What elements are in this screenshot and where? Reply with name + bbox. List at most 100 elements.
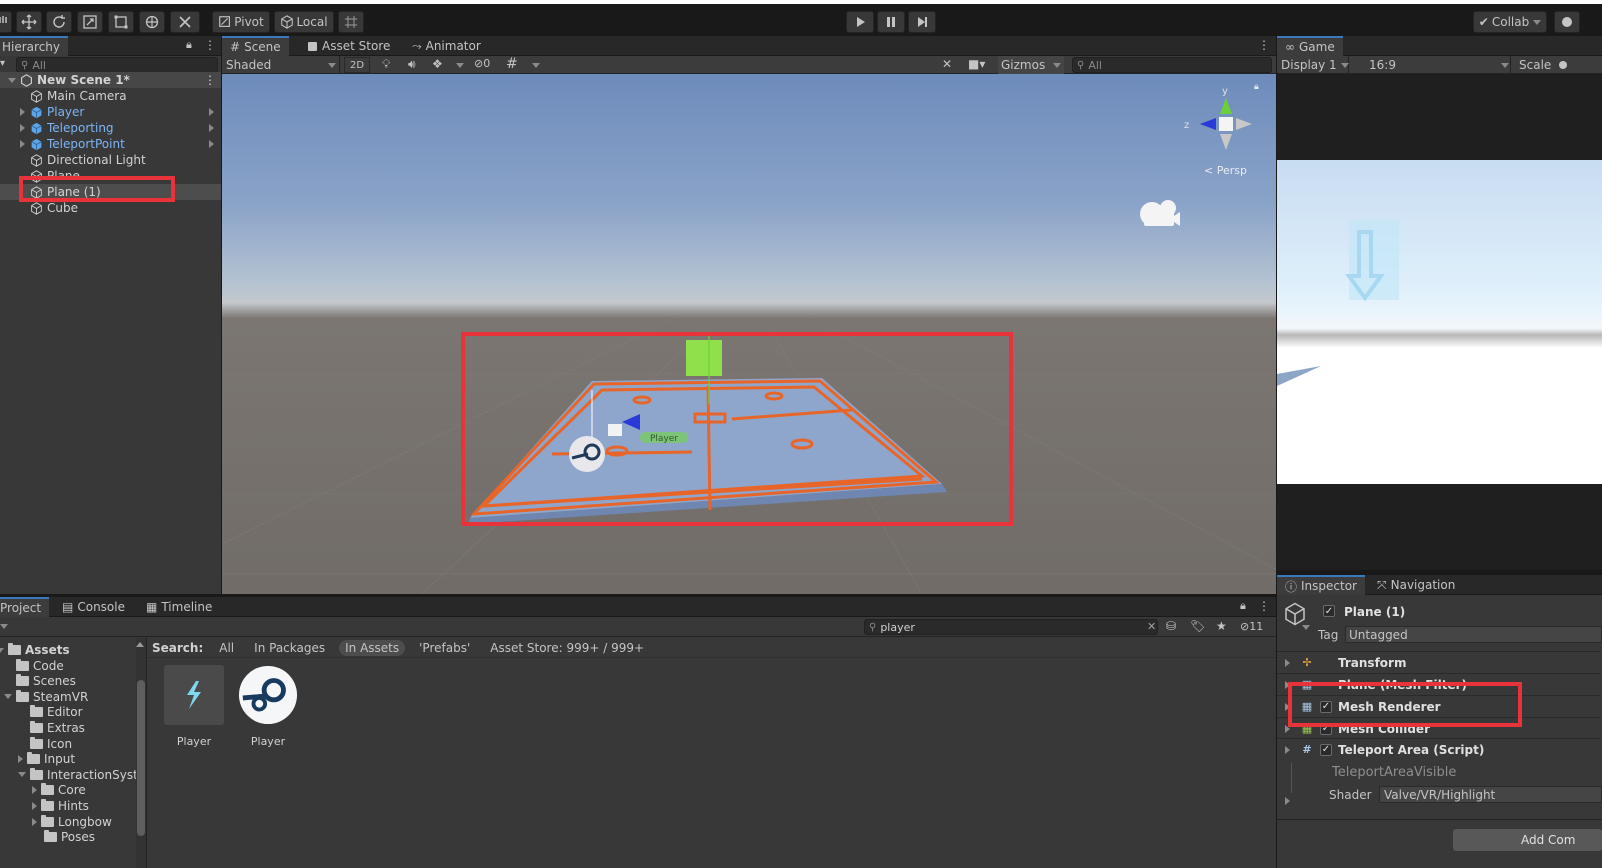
lightbulb-icon[interactable]: 💡︎ [382,57,390,72]
more-menu-icon[interactable]: ⋮ [1258,38,1270,52]
chevron-down-icon[interactable] [4,694,12,700]
more-menu-icon[interactable]: ⋮ [1258,599,1270,613]
tag-dropdown[interactable]: Untagged [1345,626,1602,643]
asset-tile[interactable]: Player [162,665,226,748]
expand-arrow-icon[interactable] [1285,702,1290,711]
hierarchy-search-input[interactable]: ⚲ All [16,57,218,73]
folder-tree-item[interactable]: SteamVR [4,689,88,705]
component-header[interactable]: ▦ Plane (Mesh Filter) [1277,673,1601,695]
hierarchy-item[interactable]: Main Camera [0,88,221,104]
play-button[interactable] [846,11,874,33]
tab-project[interactable]: Project [0,597,50,617]
chevron-down-icon[interactable] [0,647,4,653]
component-header[interactable]: # ✓ Teleport Area (Script) [1277,738,1601,760]
hierarchy-item[interactable]: Directional Light [0,152,221,168]
hand-tool-button[interactable] [0,11,12,33]
expand-arrow-icon[interactable] [1285,658,1290,667]
tab-game[interactable]: ∞ Game [1277,36,1343,56]
tab-navigation[interactable]: ⤧ Navigation [1369,575,1463,595]
chevron-right-icon[interactable] [209,108,214,116]
object-name-field[interactable]: Plane (1) [1344,605,1405,619]
scene-viewport[interactable]: Player y z < Persp 🔒︎ [222,74,1276,594]
chevron-right-icon[interactable] [18,755,23,764]
persp-label[interactable]: < Persp [1204,164,1247,177]
scrollbar-thumb[interactable] [137,680,145,836]
folder-tree-item[interactable]: Longbow [32,814,112,830]
search-filter-option[interactable]: In Assets [339,639,406,656]
hierarchy-item[interactable]: TeleportPoint [0,136,221,152]
hierarchy-item[interactable]: Teleporting [0,120,221,136]
grid-snap-button[interactable] [338,11,364,33]
asset-tile[interactable]: Player [236,665,300,748]
aspect-dropdown[interactable]: 16:9 [1353,56,1511,74]
folder-tree-item[interactable]: Poses [32,829,95,845]
scale-slider-handle[interactable] [1559,61,1567,69]
gameobject-cube-icon[interactable] [1283,602,1307,626]
tab-console[interactable]: ▤ Console [54,597,133,617]
scale-tool-button[interactable] [77,11,103,33]
tree-scrollbar[interactable] [136,638,146,868]
search-filter-option[interactable]: All [213,640,240,656]
effects-dropdown-icon[interactable] [456,63,464,68]
collab-dropdown[interactable]: ✔ Collab [1473,11,1547,33]
component-header[interactable]: ▦ ✓ Mesh Collider [1277,717,1601,739]
folder-tree-item[interactable]: Assets [0,642,70,658]
create-dropdown-icon[interactable]: ▾ [0,58,5,69]
icon-dropdown-icon[interactable] [1302,625,1310,630]
folder-tree-item[interactable]: Code [4,658,64,674]
folder-tree-item[interactable]: Icon [18,736,72,752]
display-dropdown[interactable]: Display 1 [1277,56,1349,74]
transform-tool-button[interactable] [139,11,165,33]
account-button[interactable] [1554,11,1580,33]
scene-header-row[interactable]: New Scene 1* ⋮ [0,72,221,88]
search-by-type-icon[interactable]: ⛁ [1166,619,1176,633]
orientation-gizmo[interactable]: y z [1184,86,1252,150]
more-menu-icon[interactable]: ⋮ [204,38,216,52]
grid-toggle-icon[interactable]: # [506,56,518,72]
hidden-packages-icon[interactable]: ⊘11 [1240,620,1263,633]
gizmo-lock-icon[interactable]: 🔒︎ [1254,82,1259,92]
rect-tool-button[interactable] [108,11,134,33]
tab-inspector[interactable]: ⓘ Inspector [1277,575,1365,595]
tab-animator[interactable]: ⤳ Animator [404,36,489,56]
folder-tree-item[interactable]: Extras [18,720,85,736]
expand-arrow-icon[interactable] [1285,680,1290,689]
chevron-down-icon[interactable] [18,772,26,778]
search-filter-option[interactable]: 'Prefabs' [413,640,476,656]
tools-overlay-icon[interactable]: ✕ [942,57,952,71]
effects-icon[interactable]: ❖ [432,57,443,71]
custom-tool-button[interactable] [170,11,200,33]
expand-arrow-icon[interactable] [1285,745,1290,754]
chevron-right-icon[interactable] [209,140,214,148]
2d-toggle-button[interactable]: 2D [344,57,370,73]
folder-tree-item[interactable]: Editor [18,704,83,720]
expand-arrow-icon[interactable] [1285,724,1290,733]
scene-camera-icon[interactable] [1140,200,1180,226]
rotate-tool-button[interactable] [46,11,72,33]
tab-asset-store[interactable]: Asset Store [300,36,398,56]
component-header[interactable]: ✢ Transform [1277,651,1601,673]
hierarchy-item[interactable]: Player [0,104,221,120]
search-by-label-icon[interactable]: 🏷︎ [1190,619,1205,633]
grid-dropdown-icon[interactable] [532,63,540,68]
shading-mode-dropdown[interactable]: Shaded [222,56,340,74]
hierarchy-item[interactable]: Plane (1) [0,184,221,200]
folder-tree-item[interactable]: Core [32,782,86,798]
favorites-star-icon[interactable]: ★ [1216,619,1227,633]
tab-hierarchy[interactable]: Hierarchy [0,36,69,56]
project-search-input[interactable]: ⚲ player ✕ [864,619,1158,635]
hierarchy-item[interactable]: Plane [0,168,221,184]
pivot-toggle-button[interactable]: Pivot [212,11,270,33]
shader-dropdown[interactable]: Valve/VR/Highlight [1379,786,1602,803]
scene-search-input[interactable]: ⚲ All [1072,57,1272,73]
move-tool-button[interactable] [16,11,42,33]
pause-button[interactable] [877,11,905,33]
folder-tree-item[interactable]: Scenes [4,673,76,689]
hierarchy-item[interactable]: Cube [0,200,221,216]
camera-settings-icon[interactable]: ■▾ [968,57,985,71]
local-toggle-button[interactable]: Local [274,11,334,33]
expand-arrow-icon[interactable] [20,140,30,148]
scene-menu-icon[interactable]: ⋮ [204,73,216,87]
chevron-right-icon[interactable] [209,124,214,132]
step-button[interactable] [908,11,936,33]
